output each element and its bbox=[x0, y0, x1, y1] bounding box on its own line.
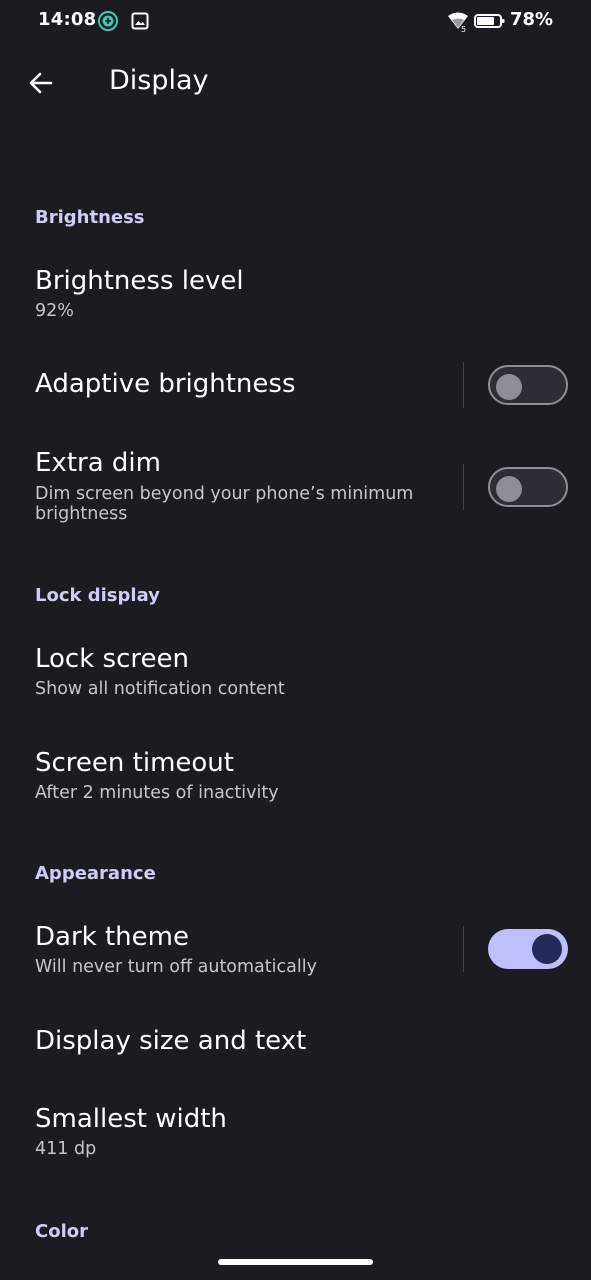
lock-screen-title: Lock screen bbox=[35, 644, 189, 674]
gesture-nav-handle[interactable] bbox=[218, 1259, 373, 1265]
section-header-lock-display: Lock display bbox=[35, 585, 160, 606]
adaptive-brightness-item[interactable]: Adaptive brightness bbox=[0, 344, 591, 428]
display-size-item[interactable]: Display size and text bbox=[0, 1002, 591, 1082]
divider bbox=[463, 926, 464, 972]
extra-dim-switch[interactable] bbox=[488, 467, 568, 507]
arrow-left-icon bbox=[29, 72, 53, 94]
extra-dim-summary: Dim screen beyond your phone’s minimum b… bbox=[35, 484, 414, 524]
section-header-appearance: Appearance bbox=[35, 863, 156, 884]
screen-timeout-title: Screen timeout bbox=[35, 748, 234, 778]
brightness-level-title: Brightness level bbox=[35, 266, 244, 296]
lock-screen-summary: Show all notification content bbox=[35, 679, 285, 699]
smallest-width-item[interactable]: Smallest width 411 dp bbox=[0, 1090, 591, 1176]
switch-thumb bbox=[496, 374, 522, 400]
smallest-width-title: Smallest width bbox=[35, 1104, 227, 1134]
page-title: Display bbox=[109, 65, 209, 96]
brightness-level-item[interactable]: Brightness level 92% bbox=[0, 250, 591, 336]
battery-percent: 78% bbox=[510, 9, 554, 30]
adaptive-brightness-switch[interactable] bbox=[488, 365, 568, 405]
brightness-level-summary: 92% bbox=[35, 301, 74, 321]
screen-timeout-summary: After 2 minutes of inactivity bbox=[35, 783, 279, 803]
dark-theme-item[interactable]: Dark theme Will never turn off automatic… bbox=[0, 908, 591, 994]
image-icon bbox=[131, 12, 149, 30]
extra-dim-item[interactable]: Extra dim Dim screen beyond your phone’s… bbox=[0, 436, 591, 546]
section-header-brightness: Brightness bbox=[35, 207, 145, 228]
status-bar: 14:08 5 78% bbox=[0, 0, 591, 42]
extra-dim-title: Extra dim bbox=[35, 448, 161, 478]
lock-screen-item[interactable]: Lock screen Show all notification conten… bbox=[0, 630, 591, 716]
network-badge: 5 bbox=[461, 25, 466, 33]
screen-timeout-item[interactable]: Screen timeout After 2 minutes of inacti… bbox=[0, 734, 591, 820]
wifi-icon: 5 bbox=[448, 12, 468, 33]
divider bbox=[463, 464, 464, 510]
section-header-color: Color bbox=[35, 1221, 88, 1242]
smallest-width-summary: 411 dp bbox=[35, 1139, 97, 1159]
switch-thumb bbox=[532, 934, 562, 964]
divider bbox=[463, 362, 464, 408]
dark-theme-title: Dark theme bbox=[35, 922, 189, 952]
switch-thumb bbox=[496, 476, 522, 502]
adaptive-brightness-title: Adaptive brightness bbox=[35, 369, 296, 399]
display-size-title: Display size and text bbox=[35, 1026, 307, 1056]
back-button[interactable] bbox=[20, 62, 62, 104]
dark-theme-summary: Will never turn off automatically bbox=[35, 957, 317, 977]
status-time: 14:08 bbox=[38, 9, 97, 30]
circle-plus-icon bbox=[98, 11, 118, 31]
dark-theme-switch[interactable] bbox=[488, 929, 568, 969]
battery-icon bbox=[474, 14, 505, 28]
